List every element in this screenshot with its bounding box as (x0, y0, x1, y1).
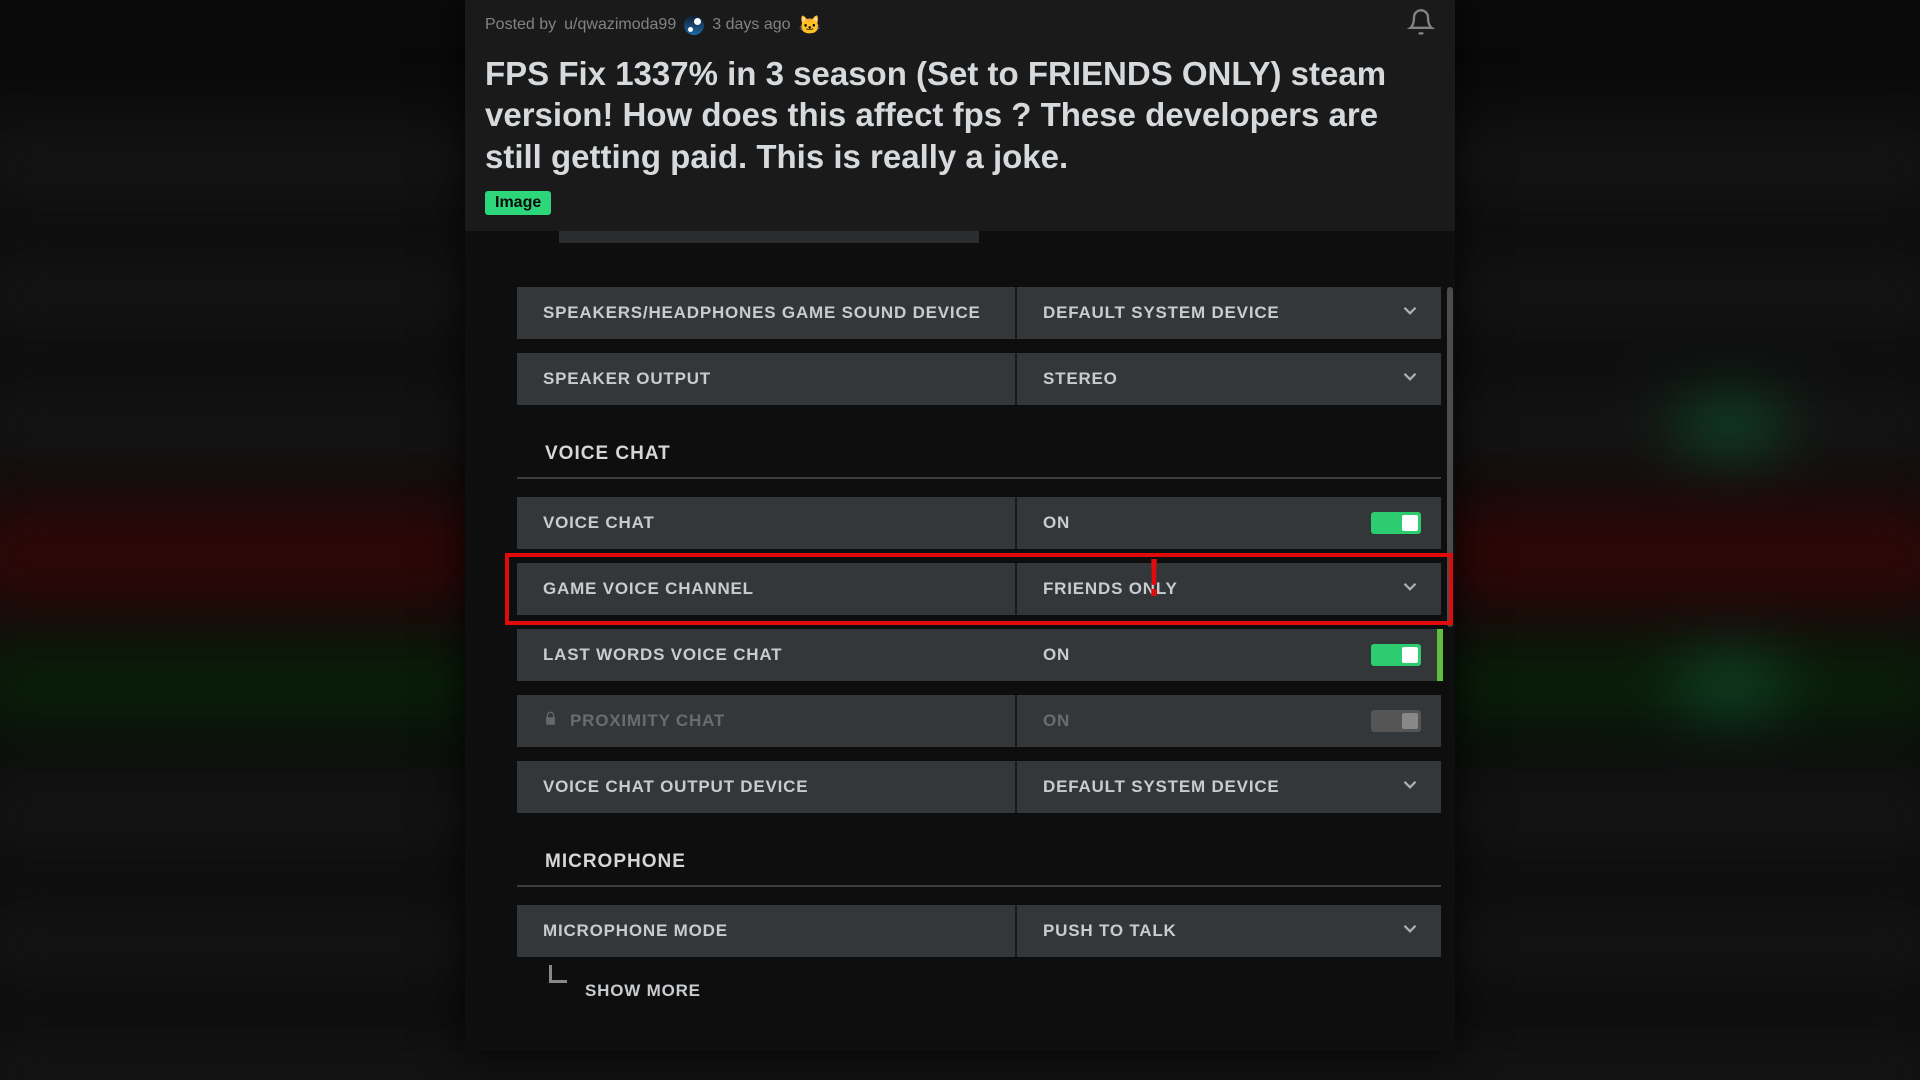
setting-value-dropdown[interactable]: DEFAULT SYSTEM DEVICE (1017, 761, 1441, 813)
setting-label: GAME VOICE CHANNEL (517, 563, 1017, 615)
settings-scrollbar[interactable] (1447, 287, 1453, 977)
setting-speakers-device[interactable]: SPEAKERS/HEADPHONES GAME SOUND DEVICE DE… (517, 287, 1441, 339)
award-icon[interactable]: 🐱 (799, 15, 819, 35)
show-more-label: SHOW MORE (585, 981, 701, 1000)
setting-label: VOICE CHAT OUTPUT DEVICE (517, 761, 1017, 813)
setting-label: VOICE CHAT (517, 497, 1017, 549)
setting-value-text: STEREO (1043, 369, 1118, 389)
setting-value-text: PUSH TO TALK (1043, 921, 1177, 941)
setting-value-toggle[interactable]: ON (1017, 497, 1441, 549)
lock-icon (543, 711, 558, 731)
chevron-down-icon (1399, 773, 1421, 800)
setting-value-text: ON (1043, 645, 1070, 665)
chevron-down-icon (1399, 365, 1421, 392)
setting-label-text: PROXIMITY CHAT (570, 711, 725, 731)
setting-value-dropdown[interactable]: FRIENDS ONLY (1017, 563, 1441, 615)
post-author-link[interactable]: u/qwazimoda99 (564, 16, 676, 34)
show-more-collapsed-top (559, 231, 979, 243)
setting-label: SPEAKER OUTPUT (517, 353, 1017, 405)
notification-bell-button[interactable] (1407, 8, 1435, 41)
post-card: Posted by u/qwazimoda99 3 days ago 🐱 FPS… (465, 0, 1455, 1051)
setting-value-toggle: ON (1017, 695, 1441, 747)
toggle-on[interactable] (1371, 512, 1421, 534)
post-title: FPS Fix 1337% in 3 season (Set to FRIEND… (485, 53, 1435, 177)
setting-value-text: DEFAULT SYSTEM DEVICE (1043, 777, 1280, 797)
game-settings-panel: SPEAKERS/HEADPHONES GAME SOUND DEVICE DE… (503, 231, 1455, 1011)
setting-label: LAST WORDS VOICE CHAT (517, 629, 1017, 681)
setting-value-dropdown[interactable]: STEREO (1017, 353, 1441, 405)
selected-indicator (1437, 629, 1443, 681)
setting-proximity-chat: PROXIMITY CHAT ON (517, 695, 1441, 747)
setting-label: SPEAKERS/HEADPHONES GAME SOUND DEVICE (517, 287, 1017, 339)
setting-value-toggle[interactable]: ON (1017, 629, 1441, 681)
toggle-disabled (1371, 710, 1421, 732)
setting-speaker-output[interactable]: SPEAKER OUTPUT STEREO (517, 353, 1441, 405)
post-age: 3 days ago (712, 16, 790, 34)
setting-value-text: ON (1043, 513, 1070, 533)
posted-by-label: Posted by (485, 16, 556, 34)
section-header-voice-chat: VOICE CHAT (517, 419, 1441, 479)
chevron-down-icon (1399, 299, 1421, 326)
toggle-on[interactable] (1371, 644, 1421, 666)
setting-last-words-voice-chat[interactable]: LAST WORDS VOICE CHAT ON (517, 629, 1441, 681)
setting-label: PROXIMITY CHAT (517, 695, 1017, 747)
setting-value-dropdown[interactable]: PUSH TO TALK (1017, 905, 1441, 957)
post-flair[interactable]: Image (485, 191, 551, 215)
setting-label: MICROPHONE MODE (517, 905, 1017, 957)
post-header: Posted by u/qwazimoda99 3 days ago 🐱 FPS… (465, 0, 1455, 231)
setting-voice-chat[interactable]: VOICE CHAT ON (517, 497, 1441, 549)
section-header-microphone: MICROPHONE (517, 827, 1441, 887)
steam-icon (684, 15, 704, 35)
scrollbar-thumb[interactable] (1447, 287, 1453, 627)
chevron-down-icon (1399, 917, 1421, 944)
setting-value-text: DEFAULT SYSTEM DEVICE (1043, 303, 1280, 323)
setting-game-voice-channel[interactable]: GAME VOICE CHANNEL FRIENDS ONLY (517, 563, 1441, 615)
show-more-button[interactable]: SHOW MORE (559, 967, 979, 1001)
chevron-down-icon (1399, 575, 1421, 602)
setting-microphone-mode[interactable]: MICROPHONE MODE PUSH TO TALK (517, 905, 1441, 957)
post-image-content: L Af No SPEAKERS/HEADPHONES GAME SOUND D… (465, 231, 1455, 1051)
post-meta: Posted by u/qwazimoda99 3 days ago 🐱 (485, 8, 1435, 41)
setting-value-text: FRIENDS ONLY (1043, 579, 1178, 599)
setting-voice-chat-output-device[interactable]: VOICE CHAT OUTPUT DEVICE DEFAULT SYSTEM … (517, 761, 1441, 813)
setting-value-dropdown[interactable]: DEFAULT SYSTEM DEVICE (1017, 287, 1441, 339)
setting-value-text: ON (1043, 711, 1070, 731)
